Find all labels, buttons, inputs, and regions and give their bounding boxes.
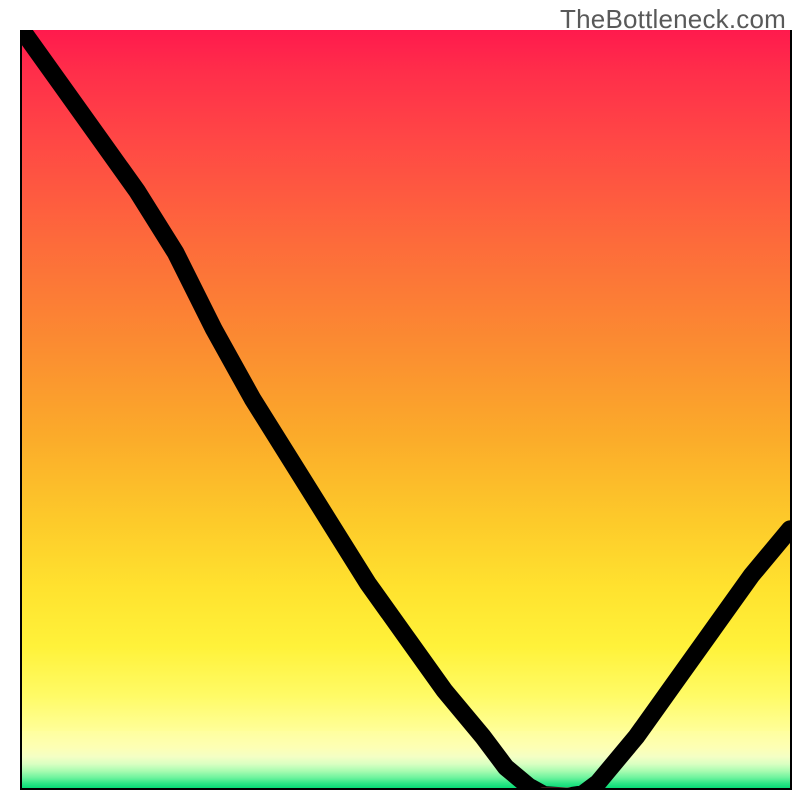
bottleneck-curve <box>22 30 790 790</box>
watermark-text: TheBottleneck.com <box>560 4 786 35</box>
plot-area <box>20 30 792 790</box>
curve-svg <box>22 30 790 790</box>
chart-stage: TheBottleneck.com <box>0 0 800 800</box>
